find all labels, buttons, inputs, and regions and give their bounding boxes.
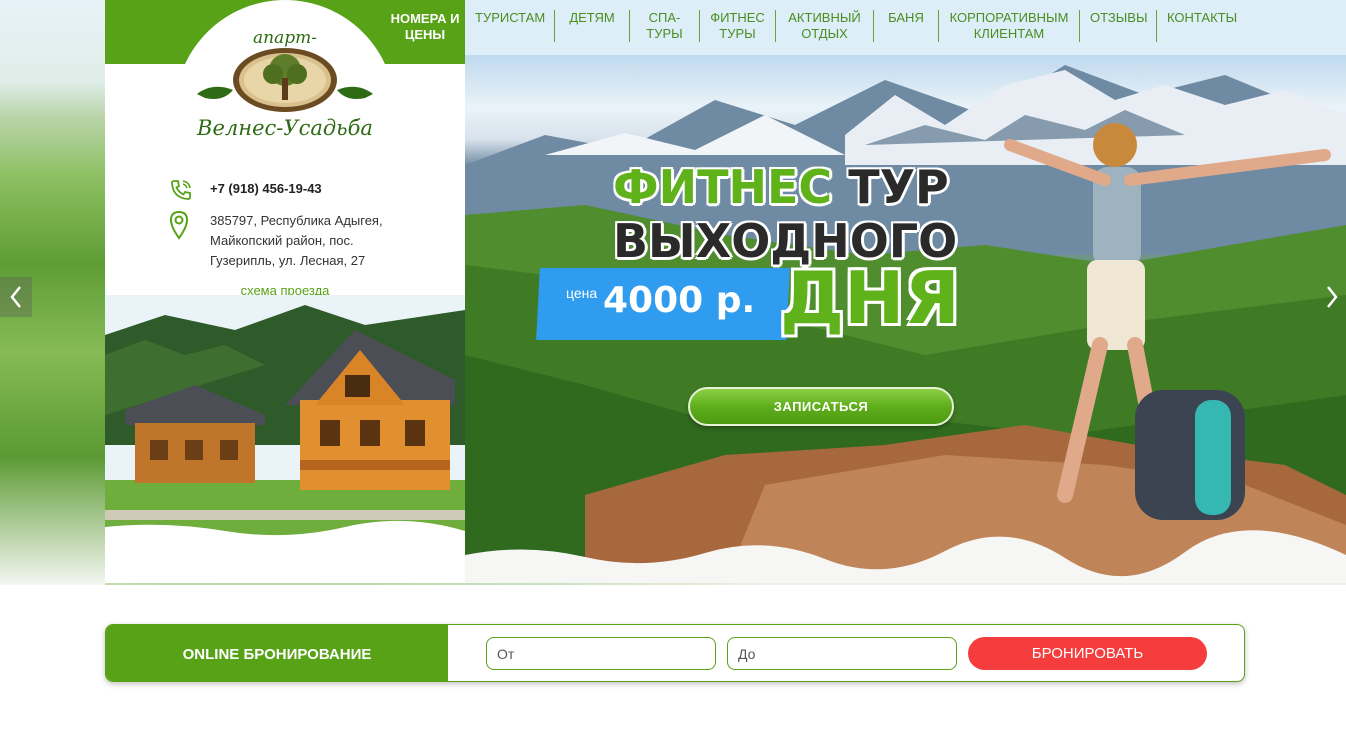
nav-item-contacts[interactable]: КОНТАКТЫ (1157, 10, 1247, 42)
headline-line-3: ДНЯ (780, 256, 960, 340)
price-value: 4000 р. (603, 280, 756, 321)
location-pin-icon (169, 210, 189, 240)
price-label: цена (566, 285, 598, 301)
headline-tour: ТУР (832, 160, 949, 214)
nav-item-spa-tours[interactable]: СПА-ТУРЫ (630, 10, 700, 42)
headline-fitness: ФИТНЕС (613, 160, 833, 214)
signup-button[interactable]: ЗАПИСАТЬСЯ (688, 387, 954, 426)
booking-title: ONLINE БРОНИРОВАНИЕ (106, 625, 448, 681)
nav-item-fitness-tours[interactable]: ФИТНЕС ТУРЫ (700, 10, 776, 42)
nav-item-reviews[interactable]: ОТЗЫВЫ (1080, 10, 1157, 42)
nav-item-bath[interactable]: БАНЯ (874, 10, 939, 42)
nav-item-active-rest[interactable]: АКТИВНЫЙ ОТДЫХ (776, 10, 874, 42)
hero-headline: ФИТНЕС ТУР ВЫХОДНОГО (613, 160, 973, 268)
hotel-house-photo (105, 295, 465, 545)
nav-item-kids[interactable]: ДЕТЯМ (555, 10, 630, 42)
chevron-right-icon (1327, 286, 1338, 308)
chevron-left-icon (10, 286, 21, 308)
address-text: 385797, Республика Адыгея, Майкопский ра… (210, 213, 383, 268)
backpack (1135, 390, 1245, 520)
booking-date-to-input[interactable] (727, 637, 957, 670)
nav-item-tourists[interactable]: ТУРИСТАМ (465, 10, 555, 42)
booking-date-from-input[interactable] (486, 637, 716, 670)
left-panel: НОМЕРА И ЦЕНЫ апарт-отель Велнес-Усадьба… (105, 0, 465, 583)
headline-line-1: ФИТНЕС ТУР (613, 160, 973, 214)
slider-prev-arrow[interactable] (0, 277, 32, 317)
phone-icon (171, 180, 191, 200)
book-button[interactable]: БРОНИРОВАТЬ (968, 637, 1207, 670)
phone-number[interactable]: +7 (918) 456-19-43 (210, 181, 322, 196)
online-booking-bar: ONLINE БРОНИРОВАНИЕ БРОНИРОВАТЬ (105, 624, 1245, 682)
logo-title[interactable]: Велнес-Усадьба (195, 116, 375, 140)
logo-emblem[interactable] (193, 46, 377, 116)
nav-item-corporate[interactable]: КОРПОРАТИВНЫМ КЛИЕНТАМ (939, 10, 1080, 42)
slider-next-arrow[interactable] (1316, 277, 1346, 317)
nav-item-rooms-prices[interactable]: НОМЕРА И ЦЕНЫ (385, 0, 465, 55)
main-nav: ТУРИСТАМ ДЕТЯМ СПА-ТУРЫ ФИТНЕС ТУРЫ АКТИ… (465, 0, 1346, 55)
